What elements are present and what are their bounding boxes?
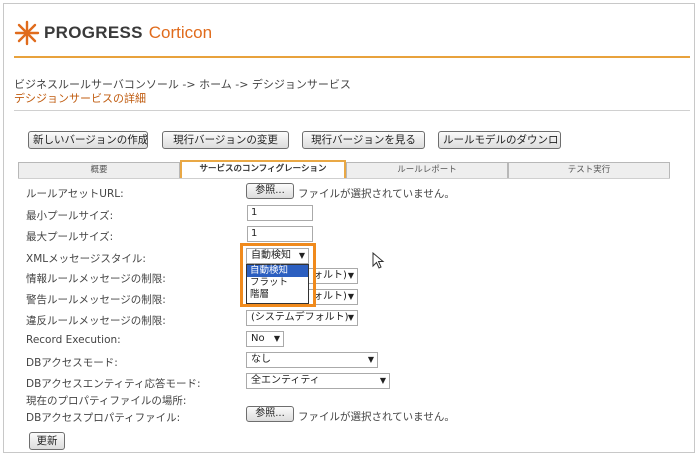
min-pool-label: 最小プールサイズ: [26,210,114,222]
record-execution-value: No [251,333,265,344]
warn-limit-label: 警告ルールメッセージの制限: [26,294,166,306]
asset-url-status: ファイルが選択されていません。 [298,188,455,200]
header-divider [14,56,690,58]
info-limit-value: ォルト) [313,270,347,281]
violation-limit-select[interactable]: (システムデフォルト) ▼ [246,310,358,326]
brand-name: PROGRESS [44,23,143,42]
record-execution-select[interactable]: No ▼ [246,331,284,347]
chevron-down-icon: ▼ [347,292,354,301]
chevron-down-icon: ▼ [347,271,354,280]
xml-style-dropdown-list: 自動検知 フラット 階層 [246,264,309,304]
tab-overview[interactable]: 概要 [18,162,180,178]
mouse-pointer-icon [372,252,385,269]
chevron-down-icon: ▼ [367,355,374,364]
page-subtitle: デシジョンサービスの詳細 [14,92,146,105]
db-access-mode-label: DBアクセスモード: [26,357,118,369]
tab-service-configuration[interactable]: サービスのコンフィグレーション [180,160,346,178]
section-divider [14,110,690,111]
db-props-file-label: DBアクセスプロパティファイル: [26,412,181,424]
dropdown-option-hierarchical[interactable]: 階層 [247,289,308,301]
violation-limit-value: (システムデフォルト) [251,312,349,323]
progress-star-icon [14,20,40,46]
tab-rule-report[interactable]: ルールレポート [346,162,508,178]
download-model-button[interactable]: ルールモデルのダウンロ [438,131,561,149]
info-limit-label: 情報ルールメッセージの制限: [26,273,166,285]
max-pool-input[interactable]: 1 [247,226,313,242]
change-version-button[interactable]: 現行バージョンの変更 [162,131,289,149]
db-access-mode-select[interactable]: なし ▼ [246,352,378,368]
chevron-down-icon: ▼ [379,376,386,385]
max-pool-label: 最大プールサイズ: [26,231,114,243]
view-version-button[interactable]: 現行バージョンを見る [302,131,425,149]
tab-bar: 概要 サービスのコンフィグレーション ルールレポート テスト実行 [18,160,670,178]
chevron-down-icon: ▼ [273,334,280,343]
asset-url-label: ルールアセットURL: [26,188,124,200]
brand-header: PROGRESS Corticon [14,18,212,48]
dropdown-option-flat[interactable]: フラット [247,277,308,289]
chevron-down-icon: ▼ [347,313,354,322]
db-props-browse-button[interactable]: 参照... [246,406,294,422]
db-entity-mode-label: DBアクセスエンティティ応答モード: [26,378,201,390]
xml-style-label: XMLメッセージスタイル: [26,253,146,265]
db-props-file-status: ファイルが選択されていません。 [298,411,455,423]
dropdown-option-auto[interactable]: 自動検知 [247,265,308,277]
props-location-label: 現在のプロパティファイルの場所: [26,395,187,407]
db-entity-mode-value: 全エンティティ [251,375,320,386]
tab-test-run[interactable]: テスト実行 [508,162,670,178]
update-button[interactable]: 更新 [29,432,65,450]
db-access-mode-value: なし [251,354,271,365]
db-entity-mode-select[interactable]: 全エンティティ ▼ [246,373,390,389]
record-execution-label: Record Execution: [26,334,121,346]
warn-limit-value: ォルト) [313,291,347,302]
min-pool-input[interactable]: 1 [247,205,313,221]
asset-url-browse-button[interactable]: 参照... [246,183,294,199]
product-name: Corticon [148,23,213,42]
violation-limit-label: 違反ルールメッセージの制限: [26,315,166,327]
create-version-button[interactable]: 新しいバージョンの作成 [28,131,148,149]
